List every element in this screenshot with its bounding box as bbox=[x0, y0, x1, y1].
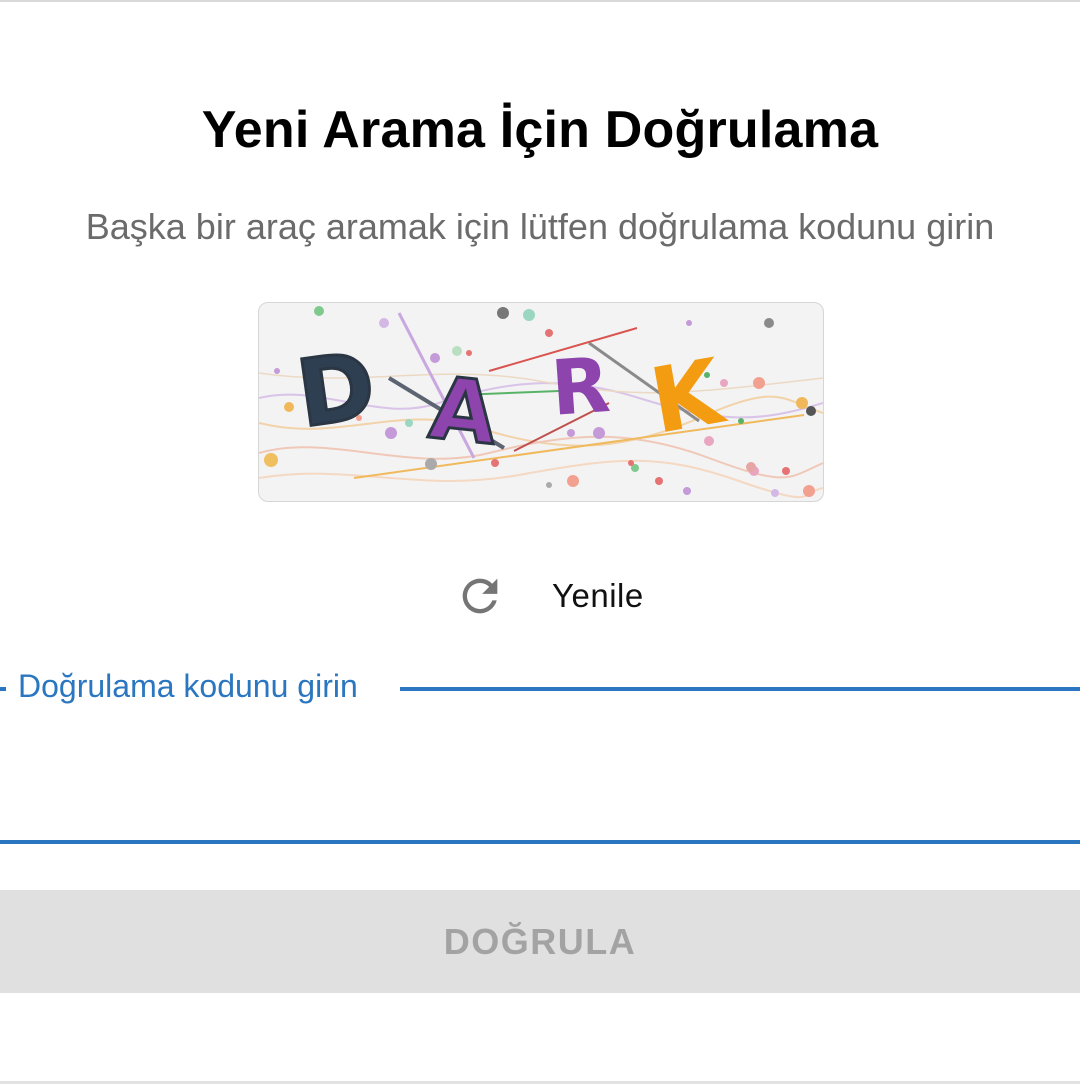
verification-code-input[interactable] bbox=[0, 720, 1080, 830]
captcha-image: D A R K bbox=[258, 302, 824, 502]
dialog-title: Yeni Arama İçin Doğrulama bbox=[201, 101, 879, 159]
captcha-letter-r: R bbox=[548, 340, 613, 433]
captcha-letter-a: A bbox=[425, 358, 502, 464]
captcha-letter-k: K bbox=[643, 339, 733, 455]
refresh-icon bbox=[450, 566, 510, 626]
top-divider bbox=[0, 0, 1080, 2]
refresh-label: Yenile bbox=[552, 577, 644, 614]
refresh-button[interactable]: Yenile bbox=[450, 566, 644, 626]
verification-dialog: Yeni Arama İçin Doğrulama Başka bir araç… bbox=[0, 0, 1080, 1084]
captcha-letter-d: D bbox=[291, 332, 382, 449]
dialog-subtitle: Başka bir araç aramak için lütfen doğrul… bbox=[85, 206, 995, 247]
verification-code-field: Doğrulama kodunu girin bbox=[0, 660, 1080, 850]
verification-code-label: Doğrulama kodunu girin bbox=[18, 668, 358, 704]
field-outline-top-left bbox=[0, 687, 6, 691]
field-outline-top-right bbox=[400, 687, 1080, 691]
field-outline-bottom bbox=[0, 840, 1080, 844]
verify-button[interactable]: DOĞRULA bbox=[0, 890, 1080, 993]
